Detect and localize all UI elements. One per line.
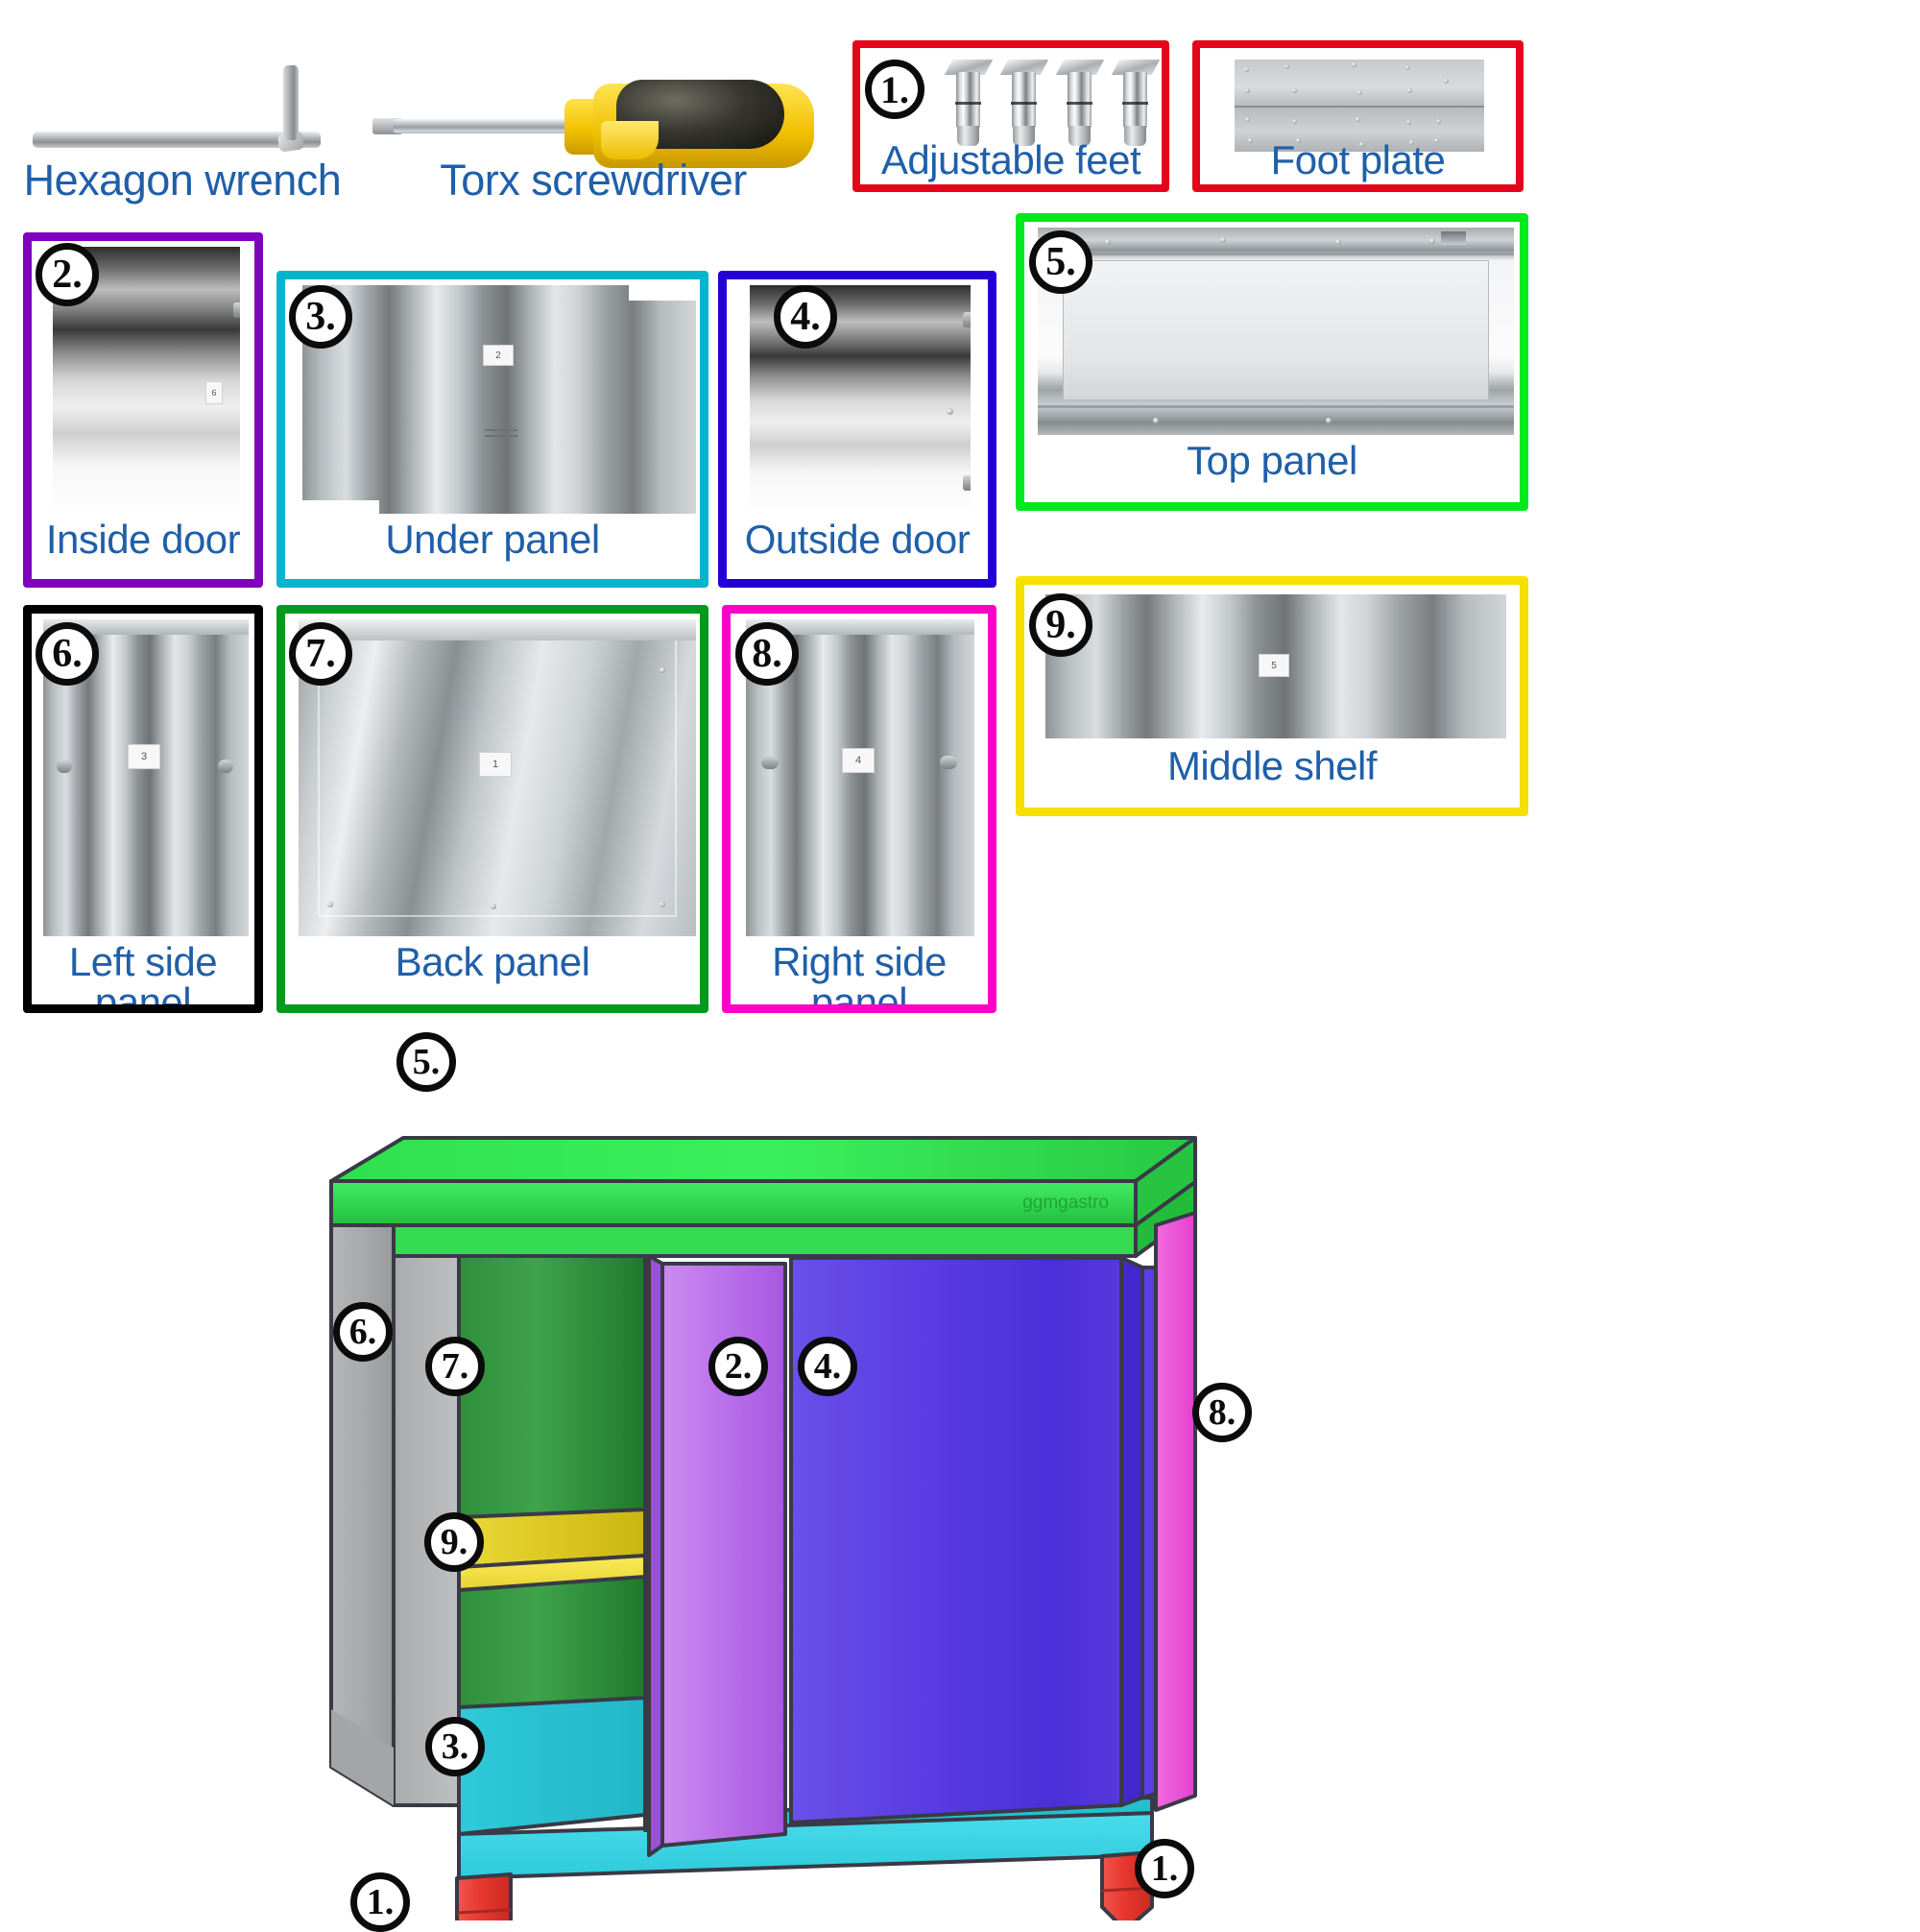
part-label-outside-door: Outside door [744,517,971,562]
panel-sticker: 5 [1259,654,1289,677]
part-number-badge-4: 4. [774,285,837,349]
part-number-badge-9: 9. [1029,593,1092,657]
part-label-under-panel: Under panel [385,517,600,562]
back-panel-photo: 1 [299,619,696,936]
screwdriver-grip-highlight-icon [601,121,659,159]
callout-badge-1-left: 1. [350,1872,410,1932]
part-number-badge-6: 6. [36,622,99,686]
callout-badge-9: 9. [424,1512,484,1572]
callout-badge-4: 4. [798,1337,857,1396]
part-number-4-text: 4. [790,295,821,339]
part-label-right-side-panel: Right side panel [772,939,947,1013]
callout-badge-8: 8. [1192,1383,1252,1442]
part-number-2-text: 2. [52,253,83,297]
adjustable-foot-icon [1111,60,1161,148]
panel-sticker: 2 [483,345,514,366]
part-number-badge-2: 2. [36,243,99,306]
part-number-badge-5: 5. [1029,230,1092,294]
part-number-5-text: 5. [1045,240,1076,284]
part-number-badge-3: 3. [289,285,352,349]
part-label-inside-door: Inside door [45,517,241,562]
part-number-1-text: 1. [880,67,909,111]
part-label-back-panel: Back panel [395,939,590,984]
part-box-top-panel: Top panel [1016,213,1528,511]
cabinet-svg: ggmgastro [329,1136,1197,1932]
part-number-6-text: 6. [52,632,83,676]
part-number-8-text: 8. [752,632,782,676]
part-label-middle-shelf: Middle shelf [1166,743,1378,788]
cabinet-assembly-drawing: ggmgastro 5. 6. 7. 9. 2. 4. 8. 3. 1. 1. [0,1032,1920,1932]
hexagon-wrench-figure: Hexagon wrench [19,38,365,205]
part-label-top-panel: Top panel [1187,438,1357,483]
panel-sticker: 6 [205,381,223,404]
panel-sticker: 1 [479,752,512,777]
panel-sticker: 4 [842,748,875,773]
top-panel-photo [1038,228,1514,435]
screwdriver-shaft-icon [394,119,578,133]
panel-sticker: 3 [128,744,160,769]
part-label-left-side-panel: Left side panel [68,939,218,1013]
part-number-3-text: 3. [305,295,336,339]
brand-mark-ggmgastro: ggmgastro [1022,1193,1109,1213]
part-number-badge-1: 1. [865,60,924,119]
part-box-outside-door: Outside door [718,271,996,588]
adjustable-foot-icon [999,60,1049,148]
hexagon-wrench-label: Hexagon wrench [23,156,342,205]
part-number-badge-7: 7. [289,622,352,686]
torx-screwdriver-figure: Torx screwdriver [365,38,845,205]
part-label-adjustable-feet: Adjustable feet [880,137,1141,182]
under-panel-photo: 2 [302,285,696,514]
part-number-9-text: 9. [1045,603,1076,647]
part-label-foot-plate: Foot plate [1270,137,1446,182]
callout-badge-1-right: 1. [1135,1839,1194,1898]
part-number-7-text: 7. [305,632,336,676]
adjustable-foot-icon [944,60,994,148]
part-number-badge-8: 8. [735,622,799,686]
callout-badge-3: 3. [425,1717,485,1776]
adjustable-foot-icon [1055,60,1105,148]
assembly-diagram-page: Hexagon wrench Torx screwdriver Adjustab… [0,0,1920,1932]
callout-badge-2: 2. [708,1337,768,1396]
callout-badge-5: 5. [396,1032,456,1092]
torx-screwdriver-label: Torx screwdriver [440,156,747,205]
part-box-middle-shelf: 5 Middle shelf [1016,576,1528,816]
callout-badge-6: 6. [333,1302,393,1362]
middle-shelf-photo: 5 [1045,594,1506,738]
hex-key-short-arm-icon [283,65,299,140]
callout-badge-7: 7. [425,1337,485,1396]
part-box-foot-plate: Foot plate [1192,40,1524,192]
